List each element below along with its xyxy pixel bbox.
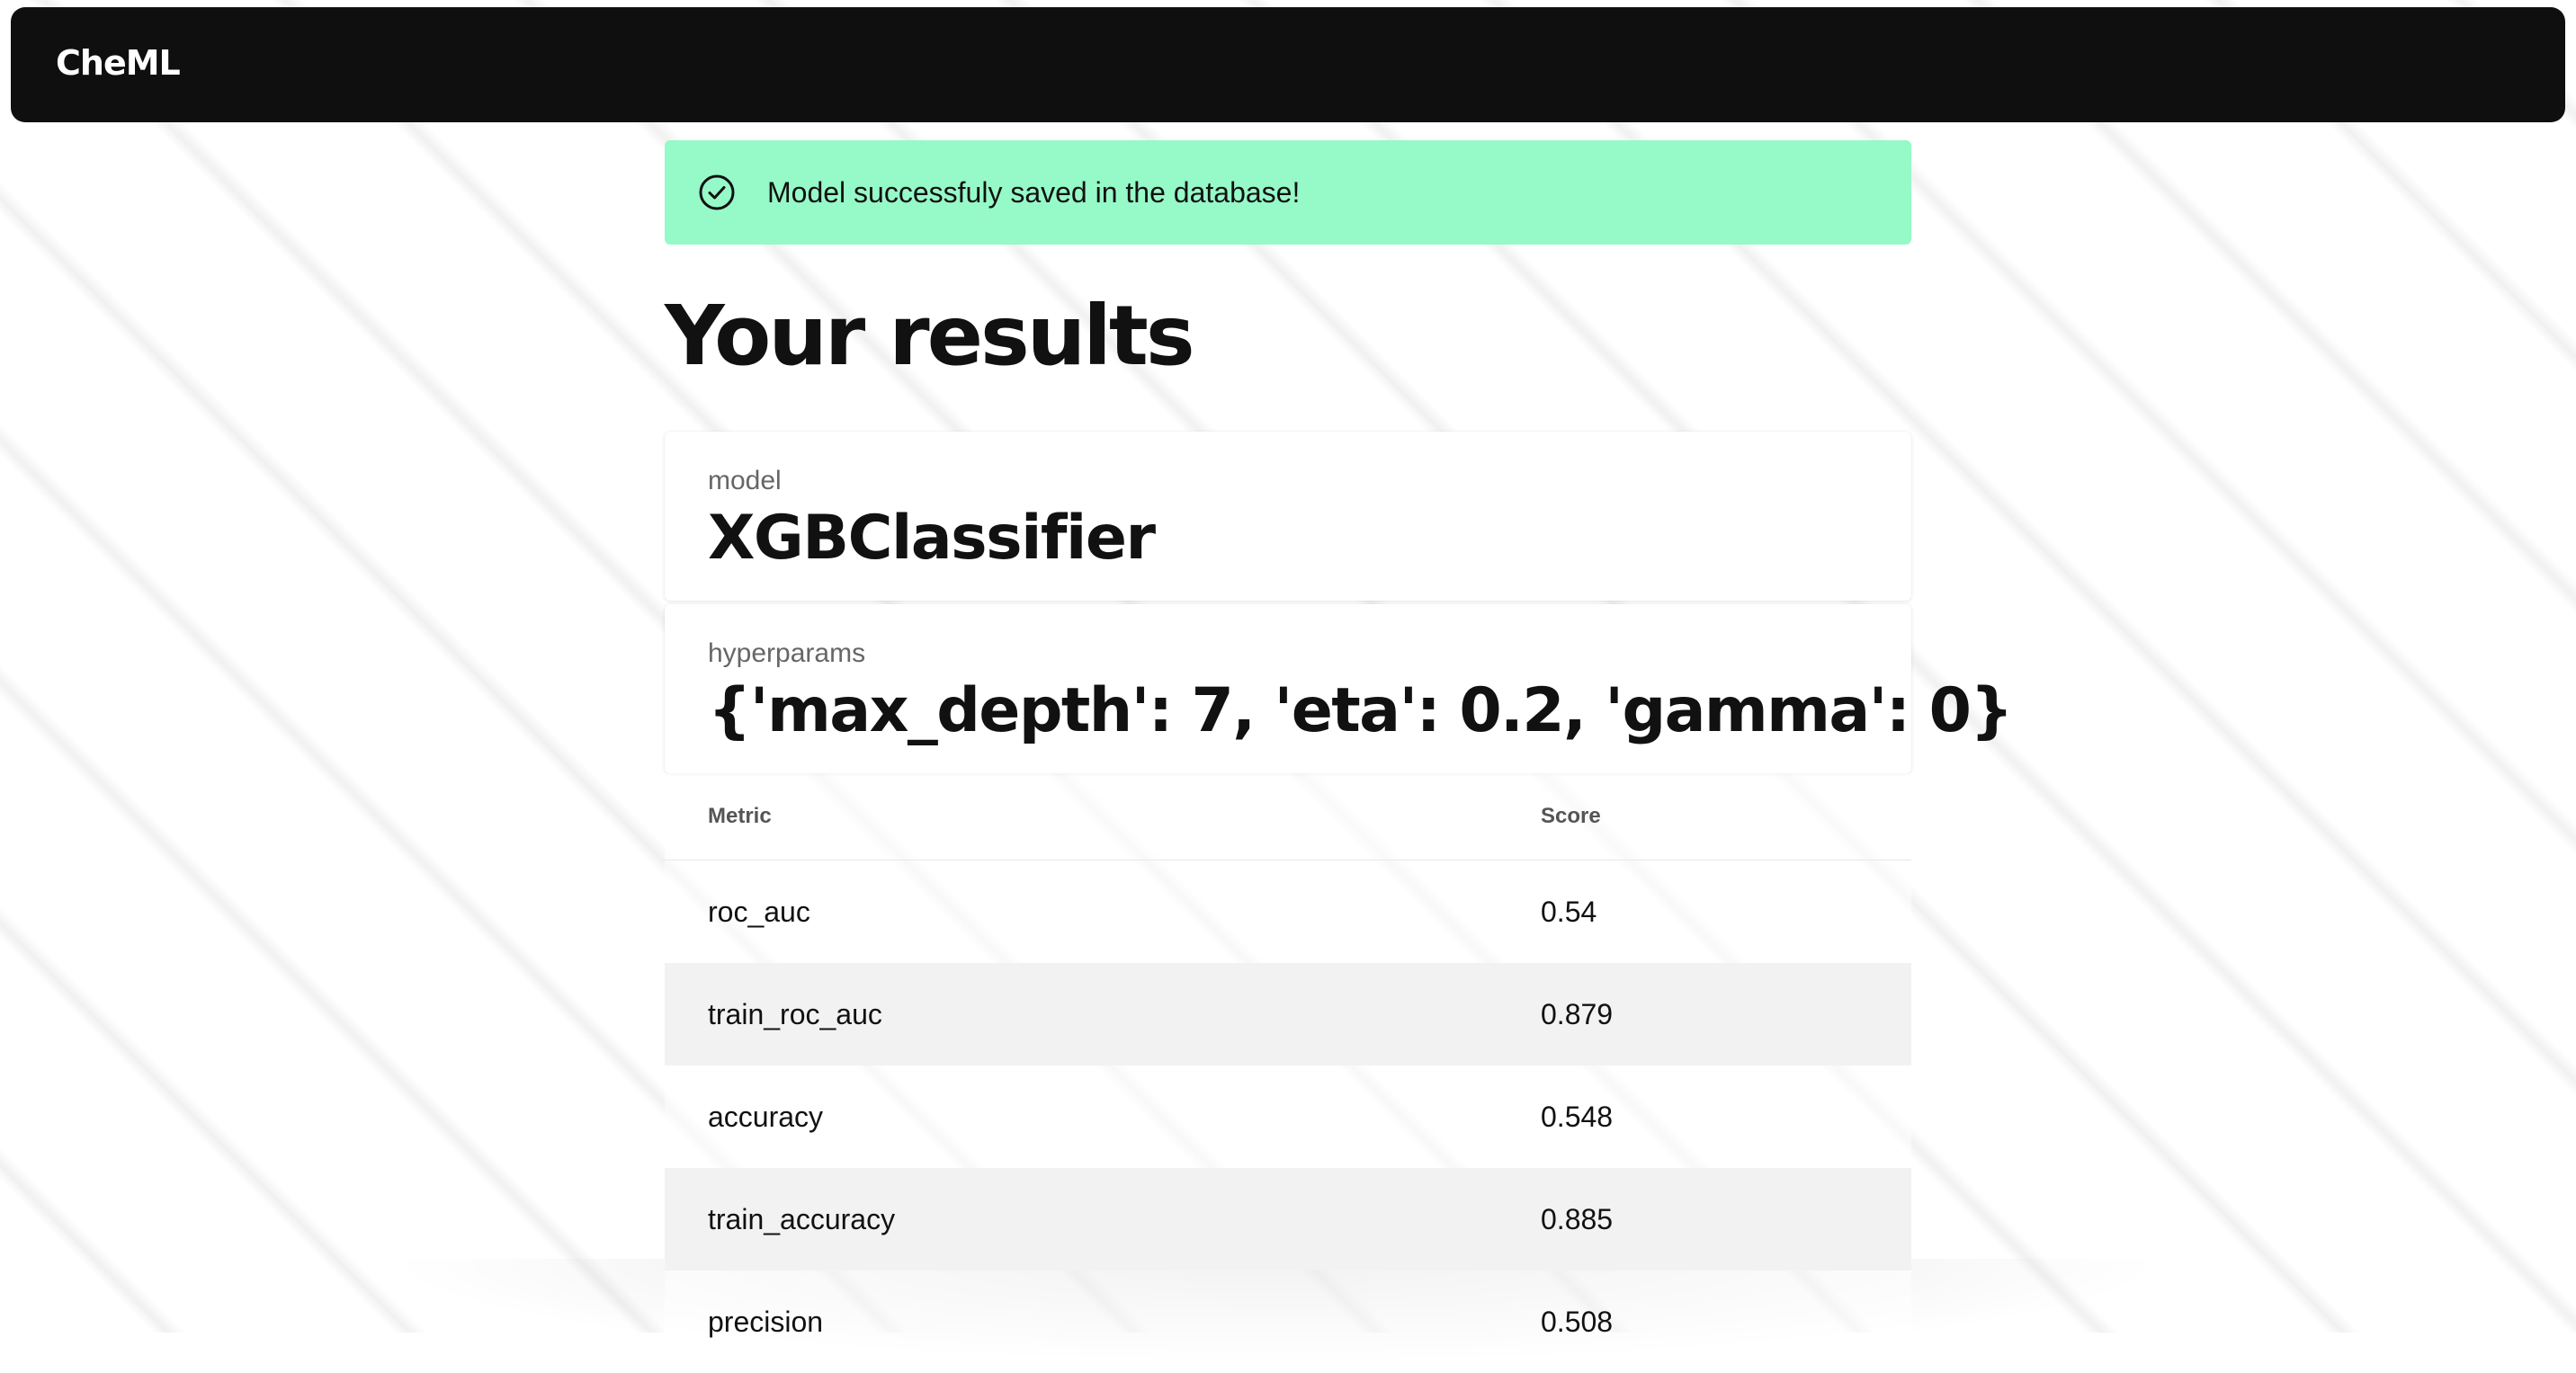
hyperparams-card: hyperparams {'max_depth': 7, 'eta': 0.2,… xyxy=(665,604,2014,773)
brand-logo[interactable]: CheML xyxy=(56,43,181,83)
table-header-row: Metric Score xyxy=(665,773,1911,860)
success-alert: Model successfuly saved in the database! xyxy=(665,140,1911,245)
score-cell: 0.54 xyxy=(1498,860,1911,963)
top-navbar: CheML xyxy=(11,7,2565,122)
model-value: XGBClassifier xyxy=(708,503,1156,574)
page-title: Your results xyxy=(665,288,1195,384)
main-content: Model successfuly saved in the database!… xyxy=(665,140,2014,1373)
metrics-table: Metric Score roc_auc 0.54 train_roc_auc … xyxy=(665,773,1911,1373)
table-row: accuracy 0.548 xyxy=(665,1065,1911,1168)
score-cell: 0.879 xyxy=(1498,963,1911,1065)
hyperparams-label: hyperparams xyxy=(708,638,866,668)
model-label: model xyxy=(708,466,782,495)
check-circle-icon xyxy=(697,173,737,212)
table-row: roc_auc 0.54 xyxy=(665,860,1911,963)
table-row: train_roc_auc 0.879 xyxy=(665,963,1911,1065)
score-cell: 0.885 xyxy=(1498,1168,1911,1270)
score-cell: 0.508 xyxy=(1498,1270,1911,1373)
metric-cell: roc_auc xyxy=(665,860,1498,963)
metric-cell: precision xyxy=(665,1270,1498,1373)
header-score[interactable]: Score xyxy=(1498,773,1911,860)
table-row: train_accuracy 0.885 xyxy=(665,1168,1911,1270)
hyperparams-value: {'max_depth': 7, 'eta': 0.2, 'gamma': 0} xyxy=(708,675,2014,746)
table-row: precision 0.508 xyxy=(665,1270,1911,1373)
alert-message: Model successfuly saved in the database! xyxy=(767,175,1301,209)
metric-cell: accuracy xyxy=(665,1065,1498,1168)
metric-cell: train_roc_auc xyxy=(665,963,1498,1065)
header-metric[interactable]: Metric xyxy=(665,773,1498,860)
metric-cell: train_accuracy xyxy=(665,1168,1498,1270)
score-cell: 0.548 xyxy=(1498,1065,1911,1168)
model-card: model XGBClassifier xyxy=(665,432,1911,601)
